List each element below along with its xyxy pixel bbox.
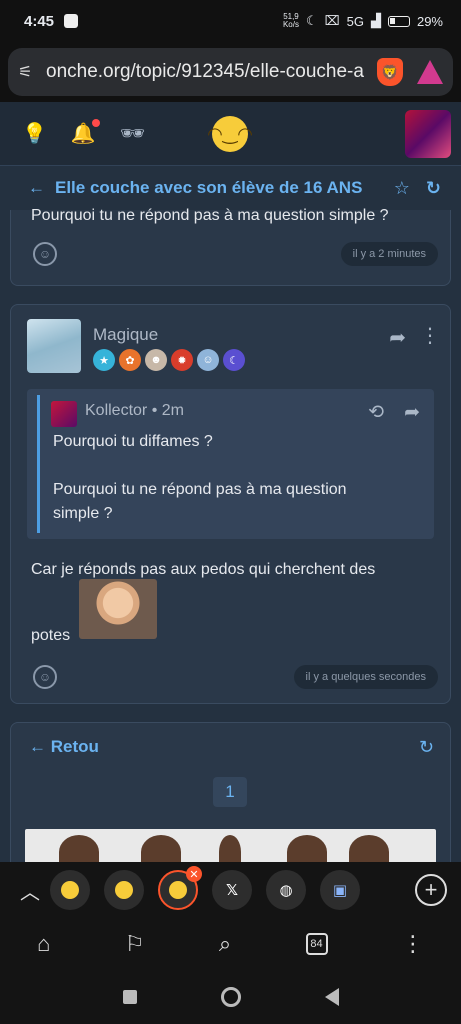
chevron-up-icon[interactable]: ︿	[10, 876, 50, 905]
quote-line: simple ?	[53, 505, 113, 522]
topic-header: ← Elle couche avec son élève de 16 ANS ☆…	[0, 166, 461, 210]
star-icon[interactable]: ☆	[394, 178, 410, 199]
network-type: 5G	[346, 13, 364, 29]
brave-shields-icon[interactable]: 🦁	[377, 58, 403, 86]
x-logo-icon: 𝕏	[225, 882, 239, 899]
back-arrow-icon[interactable]: ←	[28, 178, 45, 198]
close-tab-icon[interactable]: ✕	[186, 866, 202, 882]
quote-line: Pourquoi tu diffames ?	[53, 433, 213, 450]
globe-icon: ◍	[279, 882, 293, 899]
post-avatar[interactable]	[27, 319, 81, 373]
reply-card: ← Retou ↻ 1	[10, 722, 451, 862]
badge-cat-icon: ✿	[119, 349, 141, 371]
onche-favicon-icon	[115, 881, 133, 899]
thumbnail-face	[59, 835, 99, 862]
status-time: 4:45	[24, 12, 55, 30]
brave-rewards-icon[interactable]	[417, 60, 443, 84]
moon-icon: ☾	[305, 13, 318, 28]
new-tab-icon[interactable]: +	[415, 874, 447, 906]
topic-title[interactable]: Elle couche avec son élève de 16 ANS	[55, 178, 378, 198]
thumbnail-face	[141, 835, 181, 862]
bookmark-icon[interactable]: ⚐	[125, 931, 145, 957]
incognito-icon[interactable]: 🕶	[120, 121, 145, 146]
add-reaction-icon[interactable]: ☺	[33, 242, 57, 266]
user-avatar[interactable]	[405, 110, 451, 158]
home-button-icon[interactable]	[220, 987, 241, 1007]
onche-favicon-icon	[169, 881, 187, 899]
quoted-avatar[interactable]	[51, 401, 77, 427]
site-logo-icon[interactable]: ◠‿◠	[207, 116, 253, 152]
thumbnail-face	[287, 835, 327, 862]
site-settings-icon[interactable]: ⚟	[18, 62, 38, 82]
quoted-username[interactable]: Kollector • 2m	[85, 402, 184, 420]
sticker-image	[79, 579, 157, 639]
tab-site[interactable]: ▣	[320, 870, 360, 910]
search-icon[interactable]: ⌕	[219, 931, 231, 957]
reply-refresh-icon[interactable]: ↻	[419, 737, 434, 758]
post-body-line: Car je réponds pas aux pedos qui cherche…	[31, 561, 376, 578]
signal-icon: ▟	[370, 13, 381, 28]
more-options-icon[interactable]: ⋮	[420, 323, 440, 348]
quote-share-icon[interactable]: ➦	[404, 401, 420, 424]
notification-dot	[91, 119, 100, 127]
browser-toolbar: ⌂ ⚐ ⌕ 84 ⋮	[0, 918, 461, 970]
battery-icon	[387, 15, 410, 27]
web-content: 💡 🔔 🕶 ◠‿◠ ← Elle couche avec son élève d…	[0, 102, 461, 862]
post-time: il y a quelques secondes	[293, 665, 438, 689]
badge-stars-icon: ★	[93, 349, 115, 371]
tab-site[interactable]: ◍	[266, 870, 306, 910]
url-text[interactable]: onche.org/topic/912345/elle-couche-a	[46, 61, 369, 83]
thumbnail-face	[349, 835, 389, 862]
reply-card-title[interactable]: ← Retou	[29, 737, 99, 757]
refresh-icon[interactable]: ↻	[426, 178, 441, 199]
badge-portrait-icon: ☺	[197, 349, 219, 371]
address-bar[interactable]: ⚟ onche.org/topic/912345/elle-couche-a 🦁	[8, 48, 453, 96]
previous-post: Pourquoi tu ne répond pas à ma question …	[10, 207, 451, 286]
tab-count-button[interactable]: 84	[305, 933, 328, 955]
back-icon[interactable]	[324, 988, 339, 1006]
post-body-line: potes	[31, 627, 71, 644]
share-icon[interactable]: ➦	[389, 325, 406, 350]
status-bar: 4:45 51,9 Ko/s ☾ ⌧ 5G ▟ 29%	[0, 0, 461, 42]
site-navbar: 💡 🔔 🕶 ◠‿◠	[0, 102, 461, 166]
badge-face-icon: ☻	[145, 349, 167, 371]
page-number-button[interactable]: 1	[213, 777, 247, 807]
system-navigation	[0, 970, 461, 1024]
tab-onche[interactable]	[50, 870, 90, 910]
site-favicon-icon: ▣	[332, 882, 348, 899]
quote-line: Pourquoi tu ne répond pas à ma question	[53, 481, 347, 498]
network-speed: 51,9 Ko/s	[282, 12, 299, 29]
image-thumbnail-strip[interactable]	[25, 829, 436, 862]
vibrate-icon: ⌧	[324, 13, 340, 28]
thumbnail-face	[219, 835, 241, 862]
onche-favicon-icon	[61, 881, 79, 899]
tab-x[interactable]: 𝕏	[212, 870, 252, 910]
history-icon[interactable]: ⟲	[368, 401, 384, 424]
bell-icon[interactable]: 🔔	[71, 119, 100, 146]
previous-post-text: Pourquoi tu ne répond pas à ma question …	[31, 207, 389, 224]
badge-fire-icon: ✹	[171, 349, 193, 371]
tab-onche[interactable]	[104, 870, 144, 910]
badge-moon-icon: ☾	[223, 349, 245, 371]
tab-onche-active[interactable]: ✕	[158, 866, 202, 910]
add-reaction-icon[interactable]: ☺	[33, 665, 57, 689]
user-badges: ★ ✿ ☻ ✹ ☺ ☾	[93, 349, 245, 371]
menu-icon[interactable]: ⋮	[402, 931, 424, 957]
post-time: il y a 2 minutes	[340, 242, 438, 266]
notification-icon	[64, 14, 79, 28]
home-icon[interactable]: ⌂	[37, 931, 50, 957]
recents-icon[interactable]	[122, 990, 137, 1004]
post-username[interactable]: Magique	[93, 325, 158, 345]
quoted-post: Kollector • 2m ⟲ ➦ Pourquoi tu diffames …	[27, 389, 434, 539]
post-card: Magique ★ ✿ ☻ ✹ ☺ ☾ ➦ ⋮ Kollector • 2m ⟲…	[10, 304, 451, 704]
tab-strip: ︿ ✕ 𝕏 ◍ ▣ +	[0, 862, 461, 918]
battery-percent: 29%	[416, 13, 443, 29]
lightbulb-icon[interactable]: 💡	[22, 121, 47, 146]
